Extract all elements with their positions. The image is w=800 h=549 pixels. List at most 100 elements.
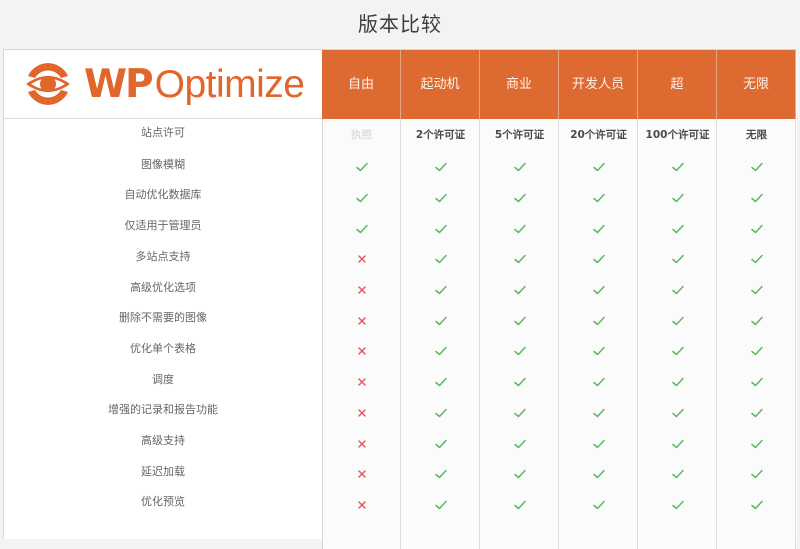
check-icon	[434, 191, 448, 205]
check-icon	[750, 314, 764, 328]
check-icon	[592, 222, 606, 236]
availability-cell	[638, 336, 717, 367]
availability-cell	[480, 459, 559, 490]
check-icon	[434, 344, 448, 358]
table-row: 自动优化数据库	[4, 182, 798, 213]
license-count: 2个许可证	[415, 129, 466, 141]
feature-label: 高级支持	[141, 434, 185, 447]
check-icon	[750, 252, 764, 266]
availability-cell	[322, 459, 401, 490]
table-row: 图像模糊	[4, 152, 798, 183]
availability-cell	[559, 213, 638, 244]
check-icon	[750, 222, 764, 236]
check-icon	[592, 283, 606, 297]
availability-cell	[322, 275, 401, 306]
license-cell: 100个许可证	[638, 119, 717, 150]
license-cell: 5个许可证	[480, 119, 559, 150]
availability-cell	[322, 367, 401, 398]
check-icon	[434, 498, 448, 512]
availability-cell	[480, 489, 559, 520]
check-icon	[513, 314, 527, 328]
check-icon	[671, 375, 685, 389]
availability-cell	[401, 397, 480, 428]
check-icon	[513, 437, 527, 451]
check-icon	[592, 437, 606, 451]
availability-cell	[717, 367, 796, 398]
check-icon	[513, 498, 527, 512]
check-icon	[434, 160, 448, 174]
check-icon	[592, 406, 606, 420]
availability-cell	[322, 489, 401, 520]
availability-cell	[638, 182, 717, 213]
availability-cell	[559, 428, 638, 459]
availability-cell	[480, 182, 559, 213]
cross-icon	[355, 344, 369, 358]
availability-cell	[401, 367, 480, 398]
check-icon	[592, 252, 606, 266]
plan-header: 起动机	[401, 50, 480, 119]
check-icon	[513, 344, 527, 358]
feature-label: 高级优化选项	[130, 280, 196, 294]
feature-label: 站点许可	[141, 126, 185, 139]
license-cell: 20个许可证	[559, 119, 638, 150]
table-row: 调度	[4, 367, 798, 398]
availability-cell	[480, 305, 559, 336]
availability-cell	[322, 305, 401, 336]
cross-icon	[355, 498, 369, 512]
check-icon	[434, 314, 448, 328]
check-icon	[750, 467, 764, 481]
check-icon	[750, 160, 764, 174]
availability-cell	[559, 305, 638, 336]
check-icon	[592, 467, 606, 481]
availability-cell	[717, 305, 796, 336]
check-icon	[592, 314, 606, 328]
cross-icon	[355, 406, 369, 420]
check-icon	[513, 252, 527, 266]
check-icon	[592, 344, 606, 358]
table-row: 增强的记录和报告功能	[4, 397, 798, 428]
check-icon	[750, 375, 764, 389]
cross-icon	[355, 467, 369, 481]
availability-cell	[480, 213, 559, 244]
check-icon	[434, 375, 448, 389]
brand-logo: WPOptimize	[4, 50, 322, 119]
page-title: 版本比较	[358, 12, 442, 36]
availability-cell	[480, 336, 559, 367]
availability-cell	[717, 428, 796, 459]
availability-cell	[717, 244, 796, 275]
check-icon	[671, 344, 685, 358]
check-icon	[355, 222, 369, 236]
feature-label: 优化单个表格	[130, 341, 196, 355]
availability-cell	[401, 152, 480, 183]
check-icon	[671, 498, 685, 512]
feature-label: 多站点支持	[135, 249, 191, 263]
availability-cell	[322, 213, 401, 244]
availability-cell	[717, 182, 796, 213]
check-icon	[750, 498, 764, 512]
license-count: 执照	[351, 129, 372, 141]
table-row: 多站点支持	[4, 244, 798, 275]
table-row: 延迟加载	[4, 459, 798, 490]
table-row: 仅适用于管理员	[4, 213, 798, 244]
license-count: 100个许可证	[645, 129, 710, 141]
availability-cell	[638, 152, 717, 183]
plan-header: 开发人员	[559, 50, 638, 119]
check-icon	[592, 191, 606, 205]
cross-icon	[355, 437, 369, 451]
check-icon	[513, 191, 527, 205]
table-row: 高级支持	[4, 428, 798, 459]
check-icon	[750, 437, 764, 451]
availability-cell	[401, 244, 480, 275]
availability-cell	[322, 397, 401, 428]
plan-header: 无限	[717, 50, 796, 119]
availability-cell	[638, 275, 717, 306]
availability-cell	[638, 367, 717, 398]
availability-cell	[638, 213, 717, 244]
availability-cell	[480, 397, 559, 428]
availability-cell	[717, 213, 796, 244]
check-icon	[671, 283, 685, 297]
check-icon	[434, 406, 448, 420]
check-icon	[434, 437, 448, 451]
availability-cell	[322, 182, 401, 213]
comparison-table: WPOptimize 自由 起动机 商业 开发人员超无限 站点许可 执照 2个许可证 5个许…	[3, 49, 798, 549]
